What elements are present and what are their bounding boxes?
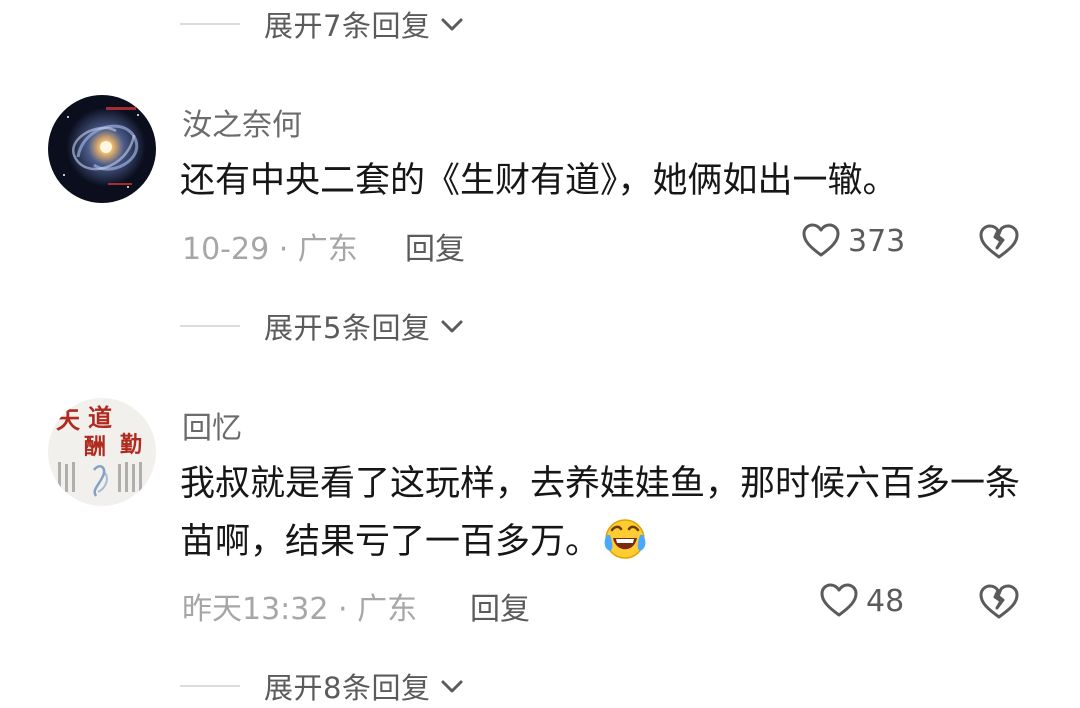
broken-heart-icon[interactable] [977,220,1021,264]
avatar-char: 道 [88,403,112,432]
comment-text: 我叔就是看了这玩样，去养娃娃鱼，那时候六百多一条苗啊，结果亏了一百多万。 [180,455,1030,571]
divider-line [180,23,240,25]
expand-replies-label: 展开8条回复 [264,671,431,705]
avatar-char: 天 [56,405,80,434]
broken-heart-icon[interactable] [977,580,1021,624]
calligraphy-avatar-icon: 天 道 酬 勤 [48,398,156,506]
laughing-crying-emoji-icon [604,519,646,559]
like-count: 373 [848,223,906,259]
comment-time-location: 10-29 · 广东 [182,232,358,267]
avatar-char: 酬 [84,434,106,460]
like-button[interactable]: 373 [800,220,905,262]
chevron-down-icon [441,320,463,333]
reply-button[interactable]: 回复 [470,584,530,628]
avatar-char: 勤 [120,432,142,458]
expand-replies-label: 展开5条回复 [264,311,431,345]
expand-replies-button[interactable]: 展开7条回复 [180,2,466,46]
user-avatar[interactable]: 天 道 酬 勤 [48,398,156,506]
divider-line [180,325,240,327]
heart-icon [802,223,840,257]
expand-replies-label: 展开7条回复 [264,9,431,43]
comment-username[interactable]: 汝之奈何 [182,100,302,144]
divider-line [180,685,240,687]
heart-icon [820,583,858,617]
comment-text-content: 我叔就是看了这玩样，去养娃娃鱼，那时候六百多一条苗啊，结果亏了一百多万。 [180,464,1021,562]
comment-username[interactable]: 回忆 [182,403,242,447]
expand-replies-button[interactable]: 展开5条回复 [180,304,466,348]
chevron-down-icon [441,18,463,31]
reply-button[interactable]: 回复 [405,224,465,268]
like-count: 48 [866,583,905,619]
expand-replies-button[interactable]: 展开8条回复 [180,664,466,708]
user-avatar[interactable] [48,95,156,203]
comment-text: 还有中央二套的《生财有道》，她俩如出一辙。 [180,161,898,201]
galaxy-avatar-icon [48,95,156,203]
chevron-down-icon [441,680,463,693]
comment-time-location: 昨天13:32 · 广东 [182,592,418,627]
like-button[interactable]: 48 [818,580,904,622]
